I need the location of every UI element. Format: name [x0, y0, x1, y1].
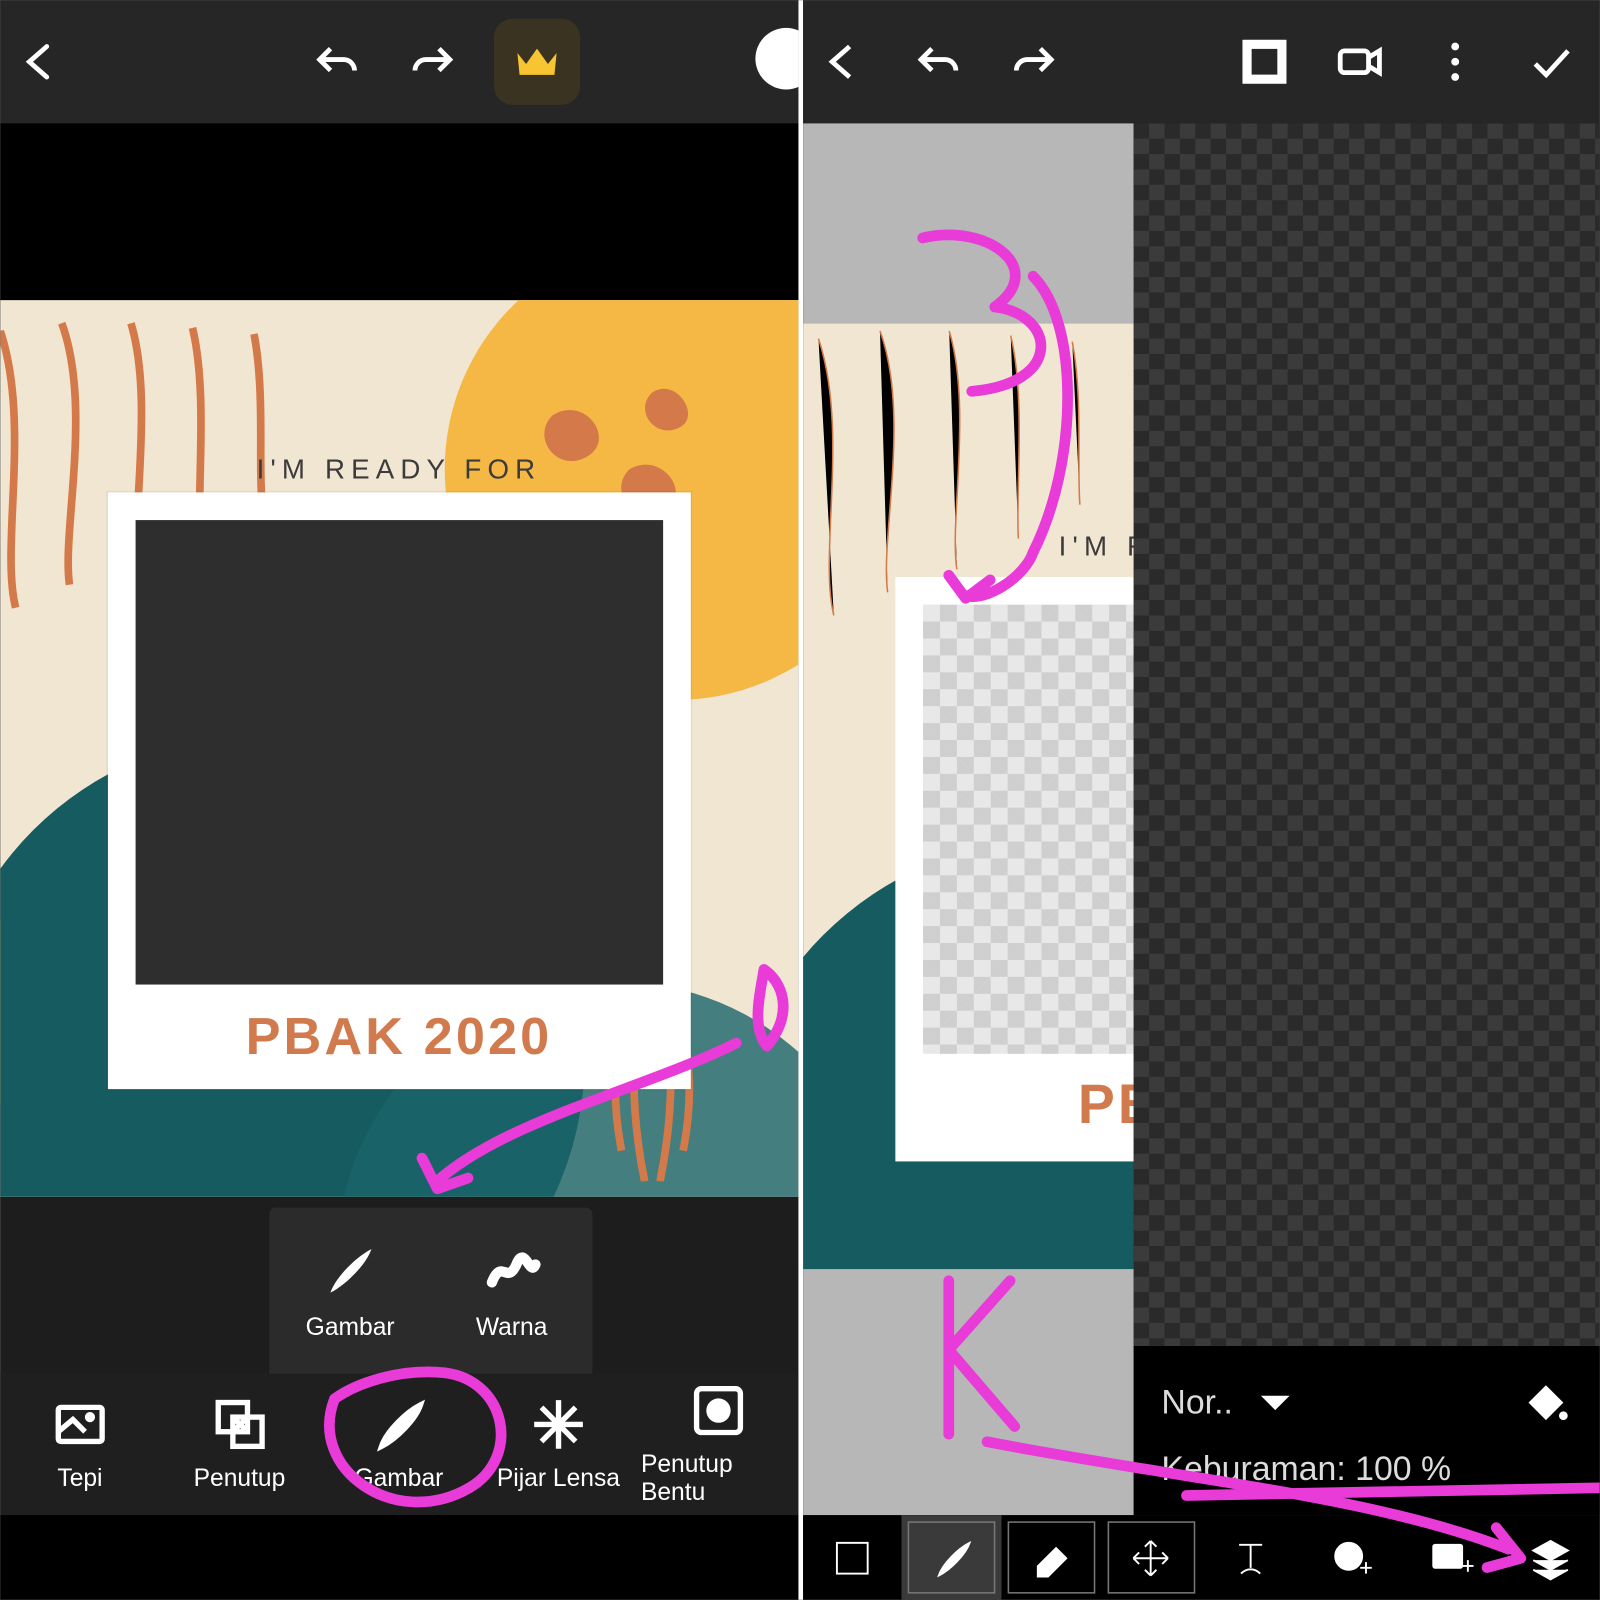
- tool-brush[interactable]: [902, 1515, 1002, 1600]
- polaroid-frame[interactable]: PBAK 2020: [108, 492, 690, 1089]
- right-topbar: [802, 0, 1599, 123]
- bottom-toolbar: Tepi Penutup Gambar Pijar Lensa Penutup …: [0, 1374, 797, 1515]
- photo-placeholder[interactable]: [136, 520, 663, 984]
- back-icon[interactable]: [6, 28, 74, 96]
- lensflare-icon: [529, 1395, 587, 1453]
- chevron-down-icon: [1254, 1381, 1297, 1424]
- redo-icon[interactable]: [399, 28, 467, 96]
- tool-label: Gambar: [354, 1466, 443, 1494]
- opacity-label[interactable]: Keburaman: 100 %: [1161, 1449, 1572, 1489]
- tool-label: Penutup: [194, 1466, 286, 1494]
- crop-icon[interactable]: [1231, 28, 1299, 96]
- shape-mask-icon: [689, 1381, 747, 1439]
- brush-icon: [370, 1395, 428, 1453]
- undo-icon[interactable]: [304, 28, 372, 96]
- tool-label: Pijar Lensa: [497, 1466, 620, 1494]
- polaroid-title: PBAK 2020: [108, 1008, 690, 1068]
- tool-transform[interactable]: [1101, 1515, 1201, 1600]
- left-pane: I'M READY FOR PBAK 2020: [0, 0, 797, 1600]
- frame-icon: [51, 1395, 109, 1453]
- bottom-tool-strip: [802, 1515, 1599, 1600]
- layer-properties: Nor.. Keburaman: 100 %: [1134, 1346, 1600, 1515]
- tool-text[interactable]: [1201, 1515, 1301, 1600]
- overlay-icon: [210, 1395, 268, 1453]
- right-pane: I'M READY FOR PBAK 2020: [798, 0, 1600, 1600]
- check-icon[interactable]: [1517, 28, 1585, 96]
- tool-label: Penutup Bentu: [641, 1452, 795, 1507]
- popup-item-warna[interactable]: Warna: [431, 1208, 592, 1377]
- tool-penutup-bentuk[interactable]: Penutup Bentu: [641, 1381, 795, 1507]
- fill-bucket-icon[interactable]: [1520, 1372, 1572, 1434]
- handle-icon[interactable]: [755, 28, 798, 90]
- tool-crop-aspect[interactable]: [802, 1515, 902, 1600]
- tool-gambar[interactable]: Gambar: [322, 1395, 476, 1493]
- tool-pijar-lensa[interactable]: Pijar Lensa: [481, 1395, 635, 1493]
- brush-icon: [319, 1241, 381, 1303]
- poster-tagline: I'M READY FOR: [0, 454, 797, 486]
- tool-penutup[interactable]: Penutup: [163, 1395, 317, 1493]
- tool-layers[interactable]: [1500, 1515, 1600, 1600]
- submenu-popup: Gambar Warna: [269, 1208, 592, 1377]
- popup-item-gambar[interactable]: Gambar: [269, 1208, 430, 1377]
- layers-panel: PBAK 2020: [1134, 123, 1600, 1515]
- popup-label: Warna: [476, 1315, 548, 1343]
- popup-label: Gambar: [306, 1315, 395, 1343]
- tool-eraser[interactable]: [1002, 1515, 1102, 1600]
- redo-icon[interactable]: [999, 28, 1067, 96]
- checker: [1134, 123, 1600, 1515]
- premium-crown-icon[interactable]: [494, 19, 580, 105]
- tool-label: Tepi: [57, 1466, 102, 1494]
- undo-icon[interactable]: [904, 28, 972, 96]
- video-icon[interactable]: [1326, 28, 1394, 96]
- gap: [0, 123, 797, 300]
- back-icon[interactable]: [808, 28, 876, 96]
- tool-tepi[interactable]: Tepi: [3, 1395, 157, 1493]
- left-topbar: [0, 0, 797, 123]
- tool-add-image[interactable]: [1400, 1515, 1500, 1600]
- blend-mode-label: Nor..: [1161, 1383, 1232, 1423]
- blend-mode-dropdown[interactable]: Nor..: [1161, 1381, 1297, 1424]
- editor-canvas[interactable]: I'M READY FOR PBAK 2020: [0, 300, 797, 1197]
- tool-add-shape[interactable]: [1301, 1515, 1401, 1600]
- overflow-icon[interactable]: [1421, 28, 1489, 96]
- scribble-icon: [481, 1241, 543, 1303]
- gap: [0, 1515, 797, 1600]
